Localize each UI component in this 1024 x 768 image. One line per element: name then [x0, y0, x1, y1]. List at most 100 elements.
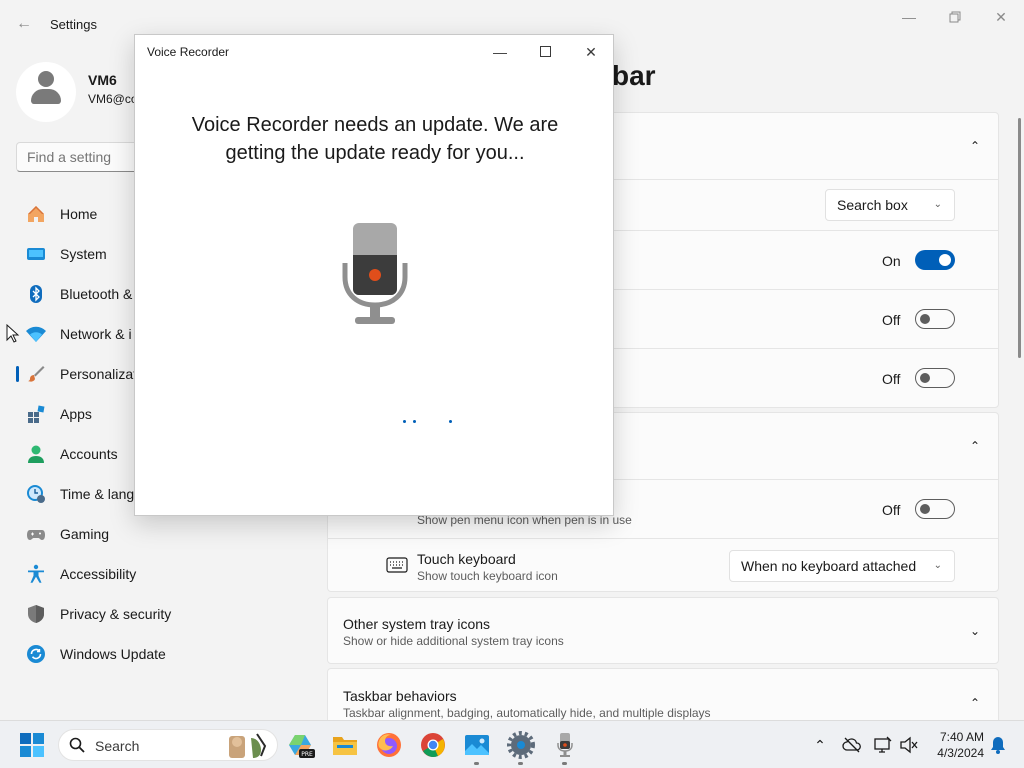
close-button[interactable]: ✕ — [978, 6, 1024, 28]
gaming-icon — [27, 530, 45, 540]
privacy-security-icon — [28, 605, 44, 623]
nav-item-accessibility[interactable]: Accessibility — [16, 554, 256, 594]
chrome-icon[interactable] — [419, 731, 447, 759]
taskbar-item-toggle-1[interactable] — [915, 250, 955, 270]
system-icon — [27, 248, 45, 260]
profile-email: VM6@co — [88, 92, 138, 106]
chevron-down-icon[interactable]: ⌄ — [968, 624, 982, 638]
maximize-icon — [539, 46, 551, 57]
vr-maximize-button[interactable] — [528, 41, 562, 63]
cloud-offline-icon[interactable] — [842, 735, 862, 755]
touch-keyboard-title: Touch keyboard — [417, 551, 516, 567]
photos-icon[interactable] — [463, 731, 491, 759]
windows-update-icon — [27, 645, 45, 663]
running-indicator — [562, 762, 567, 765]
search-mode-dropdown[interactable]: Search box ⌄ — [825, 189, 955, 221]
microphone-icon — [342, 223, 408, 324]
nav-label: Network & i — [60, 326, 132, 342]
search-icon — [69, 737, 85, 753]
nav-item-windows-update[interactable]: Windows Update — [16, 634, 256, 674]
taskbar-behaviors-subtitle: Taskbar alignment, badging, automaticall… — [343, 706, 711, 720]
personalization-icon — [28, 366, 45, 382]
clock-date: 4/3/2024 — [937, 746, 984, 760]
network-icon — [26, 326, 46, 342]
show-hidden-icons-chevron-icon[interactable]: ⌃ — [810, 735, 830, 755]
keyboard-icon — [386, 557, 408, 573]
running-indicator — [518, 762, 523, 765]
vr-minimize-button[interactable]: — — [483, 41, 517, 63]
profile-name: VM6 — [88, 72, 117, 88]
chevron-down-icon: ⌄ — [933, 199, 942, 210]
nav-label: Home — [60, 206, 98, 222]
back-arrow-icon[interactable]: ← — [14, 14, 34, 34]
taskbar-search-label: Search — [95, 738, 140, 754]
nav-item-gaming[interactable]: Gaming — [16, 514, 256, 554]
clock-time: 7:40 AM — [939, 730, 984, 744]
file-explorer-icon[interactable] — [331, 731, 359, 759]
volume-muted-icon[interactable] — [899, 735, 919, 755]
mouse-cursor-icon — [6, 324, 20, 343]
network-status-icon[interactable] — [873, 735, 893, 755]
divider — [327, 538, 999, 539]
nav-label: Personalizat — [60, 366, 138, 382]
taskbar-item-toggle-3[interactable] — [915, 368, 955, 388]
accounts-icon — [28, 445, 44, 463]
nav-label: Windows Update — [60, 646, 166, 662]
nav-item-privacy-security[interactable]: Privacy & security — [16, 594, 256, 634]
settings-gear-icon[interactable] — [507, 731, 535, 759]
nav-label: Apps — [60, 406, 92, 422]
chevron-up-icon[interactable]: ⌃ — [968, 139, 982, 153]
voice-recorder-title: Voice Recorder — [147, 45, 230, 59]
apps-icon — [28, 405, 45, 423]
running-indicator — [474, 762, 479, 765]
nav-label: Bluetooth & — [60, 286, 133, 302]
other-tray-title: Other system tray icons — [343, 616, 491, 632]
loading-indicator — [403, 420, 453, 426]
taskbar-search-box[interactable]: Search — [58, 729, 278, 761]
home-icon — [28, 206, 44, 222]
start-button[interactable] — [18, 731, 46, 759]
nav-label: System — [60, 246, 107, 262]
page-title: bar — [612, 60, 656, 91]
settings-app-title: Settings — [50, 17, 97, 32]
vr-close-button[interactable]: ✕ — [574, 41, 608, 63]
pen-menu-toggle[interactable] — [915, 499, 955, 519]
copilot-icon[interactable]: PRE — [287, 731, 315, 759]
voice-recorder-taskbar-icon[interactable] — [551, 731, 579, 759]
nav-label: Accessibility — [60, 566, 137, 582]
nav-label: Privacy & security — [60, 606, 172, 622]
restore-button[interactable] — [932, 6, 978, 28]
restore-icon — [949, 11, 961, 23]
other-tray-subtitle: Show or hide additional system tray icon… — [343, 634, 564, 648]
dropdown-value: Search box — [837, 197, 908, 213]
scrollbar[interactable] — [1018, 118, 1021, 358]
chevron-up-icon[interactable]: ⌃ — [968, 696, 982, 710]
touch-keyboard-subtitle: Show touch keyboard icon — [417, 569, 558, 583]
nav-label: Gaming — [60, 526, 110, 542]
taskbar-clock[interactable]: 7:40 AM 4/3/2024 — [924, 729, 984, 761]
search-highlight-icon — [229, 733, 267, 758]
firefox-icon[interactable] — [375, 731, 403, 759]
taskbar-item-toggle-2[interactable] — [915, 309, 955, 329]
notification-bell-icon[interactable] — [988, 735, 1008, 755]
bluetooth-icon — [30, 285, 42, 303]
toggle-state-label: On — [882, 253, 901, 269]
touch-keyboard-dropdown[interactable]: When no keyboard attached ⌄ — [729, 550, 955, 582]
svg-text:PRE: PRE — [301, 751, 313, 758]
minimize-button[interactable]: — — [886, 6, 932, 28]
accessibility-icon — [28, 564, 44, 583]
time-language-icon — [27, 485, 45, 503]
windows-taskbar: Search PRE ⌃ 7:40 AM 4/3/2024 — [0, 720, 1024, 768]
nav-label: Time & lang — [60, 486, 135, 502]
toggle-state-label: Off — [882, 312, 901, 328]
voice-recorder-window: Voice Recorder — ✕ Voice Recorder needs … — [134, 34, 614, 516]
taskbar-behaviors-title: Taskbar behaviors — [343, 688, 457, 704]
update-message: Voice Recorder needs an update. We are g… — [191, 114, 559, 164]
chevron-up-icon[interactable]: ⌃ — [968, 439, 982, 453]
chevron-down-icon: ⌄ — [933, 560, 942, 571]
toggle-state-label: Off — [882, 502, 901, 518]
dropdown-value: When no keyboard attached — [741, 558, 917, 574]
toggle-state-label: Off — [882, 371, 901, 387]
avatar — [16, 62, 76, 122]
nav-label: Accounts — [60, 446, 118, 462]
